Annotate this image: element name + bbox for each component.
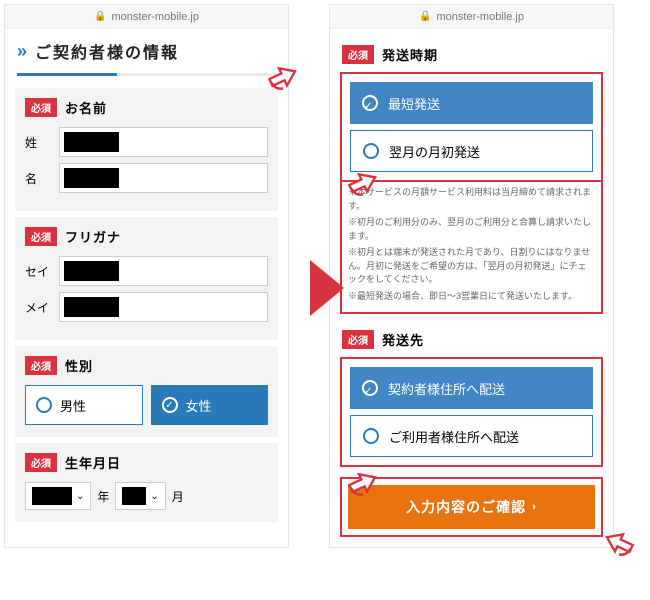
radio-checked-icon: ✓	[362, 380, 378, 396]
arrow-right-icon	[310, 260, 344, 316]
required-badge: 必須	[25, 453, 57, 472]
right-panel: 🔒 monster-mobile.jp 必須 発送時期 ✓ 最短発送 翌月の月初…	[329, 4, 614, 548]
caret-icon: ⌄	[150, 491, 158, 502]
gender-group: 必須 性別 男性 ✓ 女性	[15, 346, 278, 437]
mei-label: 名	[25, 170, 51, 187]
name-label: お名前	[65, 98, 107, 117]
gender-label: 性別	[65, 356, 93, 375]
required-badge: 必須	[25, 227, 57, 246]
radio-icon	[36, 397, 52, 413]
section-title: » ご契約者様の情報	[5, 29, 288, 73]
left-panel: 🔒 monster-mobile.jp » ご契約者様の情報 必須 お名前 姓 …	[4, 4, 289, 548]
radio-checked-icon: ✓	[162, 397, 178, 413]
radio-icon	[363, 143, 379, 159]
dest-contractor-option[interactable]: ✓ 契約者様住所へ配送	[350, 367, 593, 409]
url-bar: 🔒 monster-mobile.jp	[330, 5, 613, 29]
gender-female-radio[interactable]: ✓ 女性	[151, 385, 269, 425]
chevron-right-icon: ›	[532, 501, 537, 513]
submit-wrapper: 入力内容のご確認 ›	[340, 477, 603, 537]
url-text: monster-mobile.jp	[112, 11, 199, 23]
dest-user-option[interactable]: ご利用者様住所へ配送	[350, 415, 593, 457]
sei-label: 姓	[25, 134, 51, 151]
caret-icon: ⌄	[76, 491, 84, 502]
destination-group: 必須 発送先 ✓ 契約者様住所へ配送 ご利用者様住所へ配送	[340, 322, 603, 467]
confirm-button[interactable]: 入力内容のご確認 ›	[348, 485, 595, 529]
kana-label: フリガナ	[65, 227, 121, 246]
shipping-time-group: 必須 発送時期 ✓ 最短発送 翌月の月初発送 ※本サービスの月額サービス利用料は…	[340, 37, 603, 314]
kana-sei-label: セイ	[25, 263, 51, 280]
mei-input[interactable]	[59, 163, 268, 193]
kana-mei-input[interactable]	[59, 292, 268, 322]
required-badge: 必須	[342, 330, 374, 349]
required-badge: 必須	[25, 356, 57, 375]
shipping-notes: ※本サービスの月額サービス利用料は当月締めて請求されます。 ※初月のご利用分のみ…	[340, 180, 603, 314]
kana-group: 必須 フリガナ セイ メイ	[15, 217, 278, 340]
lock-icon: 🔒	[94, 11, 106, 22]
name-group: 必須 お名前 姓 名	[15, 88, 278, 211]
title-underline	[17, 73, 276, 76]
shipping-time-label: 発送時期	[382, 45, 438, 64]
kana-sei-input[interactable]	[59, 256, 268, 286]
required-badge: 必須	[25, 98, 57, 117]
gender-male-radio[interactable]: 男性	[25, 385, 143, 425]
destination-label: 発送先	[382, 330, 424, 349]
lock-icon: 🔒	[419, 11, 431, 22]
chevron-icon: »	[17, 41, 29, 62]
radio-icon	[363, 428, 379, 444]
required-badge: 必須	[342, 45, 374, 64]
kana-mei-label: メイ	[25, 299, 51, 316]
dob-year-select[interactable]: ⌄	[25, 482, 91, 510]
sei-input[interactable]	[59, 127, 268, 157]
url-text: monster-mobile.jp	[437, 11, 524, 23]
dob-month-select[interactable]: ⌄	[115, 482, 165, 510]
dob-group: 必須 生年月日 ⌄ 年 ⌄ 月	[15, 443, 278, 522]
dob-label: 生年月日	[65, 453, 121, 472]
ship-nextmonth-option[interactable]: 翌月の月初発送	[350, 130, 593, 172]
ship-fastest-option[interactable]: ✓ 最短発送	[350, 82, 593, 124]
url-bar: 🔒 monster-mobile.jp	[5, 5, 288, 29]
radio-checked-icon: ✓	[362, 95, 378, 111]
